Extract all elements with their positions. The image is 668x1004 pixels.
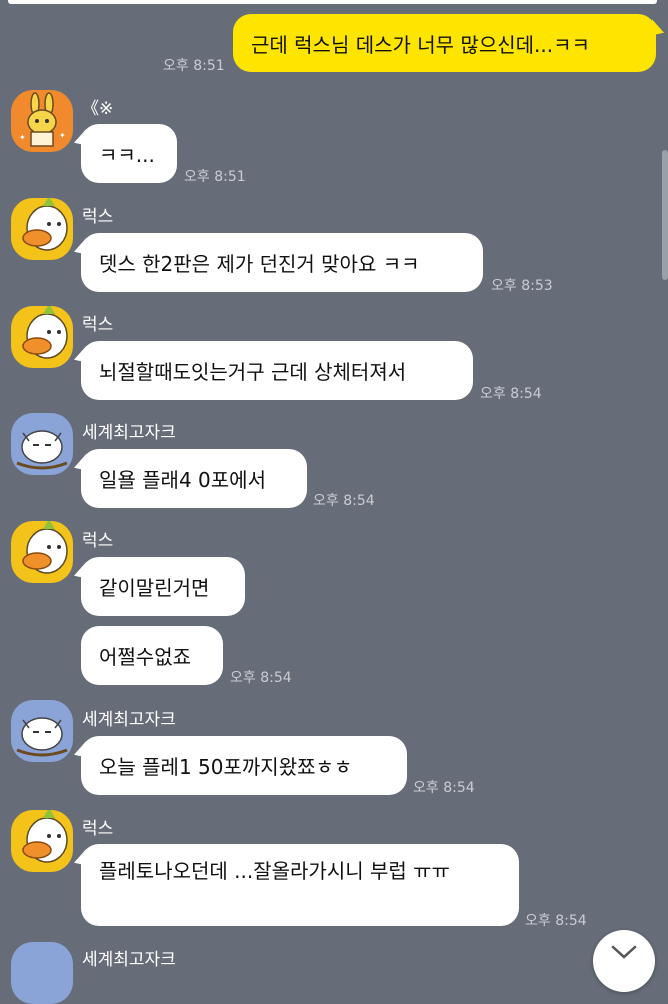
scrollbar[interactable] [662, 150, 668, 280]
cat-icon [16, 430, 68, 470]
cat-icon [16, 717, 68, 757]
message-bubble[interactable]: 뇌절할때도잇는거구 근데 상체터져서 [81, 341, 473, 400]
message-time: 오후 8:54 [230, 670, 292, 686]
duck-icon [22, 306, 68, 359]
message-bubble[interactable]: 어쩔수없죠 [81, 626, 223, 685]
sender-name: 세계최고자크 [82, 423, 176, 443]
chevron-down-icon [611, 945, 637, 959]
sender-name: 럭스 [82, 315, 114, 335]
message-time: 오후 8:54 [525, 913, 587, 929]
rabbit-avatar[interactable]: ✦ ✦ [11, 90, 73, 152]
duck-avatar[interactable] [11, 306, 73, 368]
svg-text:✦: ✦ [59, 131, 66, 140]
duck-icon [22, 810, 68, 863]
message-time: 오후 8:54 [480, 386, 542, 402]
top-bar [8, 0, 657, 4]
message-time: 오후 8:54 [313, 493, 375, 509]
message-bubble[interactable]: 플레토나오던데 ...잘올라가시니 부럽 ㅠㅠ [81, 844, 519, 926]
message-bubble-sent[interactable]: 근데 럭스님 데스가 너무 많으신데...ㅋㅋ [233, 14, 656, 72]
scroll-to-bottom-button[interactable] [593, 930, 655, 992]
sender-name: 세계최고자크 [82, 950, 176, 970]
sender-name: 《※ [82, 99, 114, 119]
sender-name: 럭스 [82, 531, 114, 551]
sender-name: 럭스 [82, 207, 114, 227]
message-time: 오후 8:53 [491, 278, 553, 294]
duck-avatar[interactable] [11, 521, 73, 583]
cat-avatar[interactable] [11, 942, 73, 1004]
message-bubble[interactable]: 뎃스 한2판은 제가 던진거 맞아요 ㅋㅋ [81, 233, 483, 292]
message-time: 오후 8:54 [413, 780, 475, 796]
message-bubble[interactable]: ㅋㅋ... [81, 124, 177, 183]
svg-text:✦: ✦ [19, 133, 26, 142]
duck-icon [22, 198, 68, 251]
message-bubble[interactable]: 일욜 플래4 0포에서 [81, 449, 307, 508]
cat-avatar[interactable] [11, 700, 73, 762]
sender-name: 세계최고자크 [82, 710, 176, 730]
duck-avatar[interactable] [11, 198, 73, 260]
message-bubble[interactable]: 오늘 플레1 50포까지왔쬬ㅎㅎ [81, 736, 407, 795]
message-time: 오후 8:51 [184, 169, 246, 185]
rabbit-icon: ✦ ✦ [19, 92, 66, 147]
message-time: 오후 8:51 [163, 58, 225, 74]
sender-name: 럭스 [82, 819, 114, 839]
duck-icon [22, 521, 68, 574]
cat-avatar[interactable] [11, 413, 73, 475]
message-bubble[interactable]: 같이말린거면 [81, 557, 245, 616]
duck-avatar[interactable] [11, 810, 73, 872]
